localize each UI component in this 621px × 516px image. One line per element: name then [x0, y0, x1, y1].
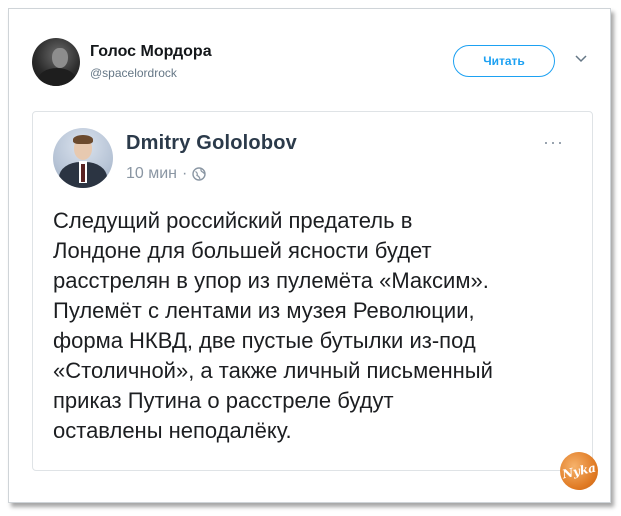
- avatar-face: [52, 48, 68, 68]
- more-icon[interactable]: ···: [543, 132, 564, 153]
- follow-button[interactable]: Читать: [453, 45, 555, 77]
- post-text-line: оставлены неподалёку.: [53, 418, 292, 443]
- meta-separator: ·: [182, 165, 188, 182]
- post-text-line: расстрелян в упор из пулемёта «Максим».: [53, 268, 489, 293]
- post-author-name[interactable]: Dmitry Gololobov: [126, 132, 297, 155]
- embedded-post: Dmitry Gololobov 10 мин · ··· Следущий р…: [32, 111, 593, 471]
- post-text-line: Лондоне для большей ясности будет: [53, 238, 432, 263]
- avatar-tie: [81, 164, 85, 182]
- author-name[interactable]: Голос Мордора: [90, 43, 212, 61]
- chevron-down-icon[interactable]: [574, 54, 588, 64]
- post-text-line: Следущий российский предатель в: [53, 208, 413, 233]
- avatar-hair: [73, 135, 93, 144]
- globe-icon: [192, 167, 207, 181]
- avatar-body: [38, 68, 76, 86]
- post-author-avatar[interactable]: [53, 128, 113, 188]
- post-text-line: «Столичной», а также личный письменный: [53, 358, 493, 383]
- post-time[interactable]: 10 мин: [126, 165, 177, 183]
- post-text: Следущий российский предатель в Лондоне …: [53, 206, 573, 446]
- post-text-line: форма НКВД, две пустые бутылки из-под: [53, 328, 476, 353]
- author-handle[interactable]: @spacelordrock: [90, 66, 177, 80]
- post-meta: 10 мин ·: [126, 165, 207, 183]
- post-text-line: Пулемёт с лентами из музея Революции,: [53, 298, 475, 323]
- post-text-line: приказ Путина о расстреле будут: [53, 388, 394, 413]
- author-avatar[interactable]: [32, 38, 80, 86]
